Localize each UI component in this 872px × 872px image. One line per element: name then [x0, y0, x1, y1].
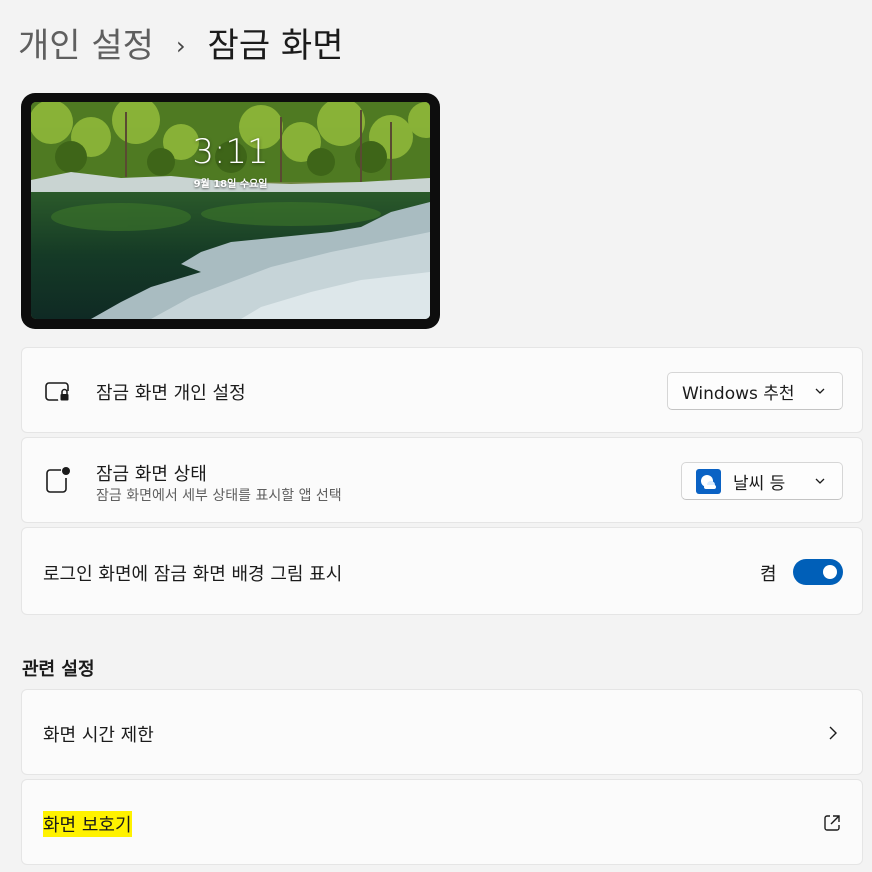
- lock-screen-image: 3:11 9월 18일 수요일: [31, 102, 430, 319]
- screen-timeout-row[interactable]: 화면 시간 제한: [21, 689, 863, 775]
- screen-timeout-label: 화면 시간 제한: [43, 725, 154, 746]
- chevron-down-icon: [815, 388, 825, 394]
- external-link-icon: [824, 815, 840, 831]
- weather-app-icon: [696, 468, 721, 494]
- lock-screen-icon: [44, 378, 72, 406]
- lock-screen-status-row: 잠금 화면 상태 잠금 화면에서 세부 상태를 표시할 앱 선택 날씨 등: [21, 437, 863, 523]
- lock-screen-date: 9월 18일 수요일: [193, 179, 268, 190]
- personalize-title: 잠금 화면 개인 설정: [96, 383, 246, 404]
- toggle-state-label: 켬: [760, 564, 777, 585]
- screen-saver-label: 화면 보호기: [43, 811, 132, 837]
- breadcrumb-separator: ›: [175, 32, 186, 60]
- signin-background-toggle[interactable]: [793, 559, 843, 585]
- chevron-right-icon: [829, 726, 837, 740]
- status-title: 잠금 화면 상태: [96, 464, 207, 485]
- personalize-dropdown[interactable]: Windows 추천: [667, 372, 843, 410]
- status-dropdown-value: 날씨 등: [733, 473, 786, 494]
- personalize-lock-screen-row: 잠금 화면 개인 설정 Windows 추천: [21, 347, 863, 433]
- lock-screen-time: 3:11: [192, 132, 269, 172]
- personalize-dropdown-value: Windows 추천: [682, 383, 795, 404]
- status-subtitle: 잠금 화면에서 세부 상태를 표시할 앱 선택: [96, 488, 342, 504]
- toggle-knob: [823, 565, 837, 579]
- status-dropdown[interactable]: 날씨 등: [681, 462, 843, 500]
- screen-saver-row[interactable]: 화면 보호기: [21, 779, 863, 865]
- breadcrumb: 개인 설정 › 잠금 화면: [18, 22, 343, 70]
- status-badge-icon: [44, 467, 72, 495]
- chevron-down-icon: [815, 478, 825, 484]
- breadcrumb-parent[interactable]: 개인 설정: [18, 22, 154, 70]
- signin-background-row: 로그인 화면에 잠금 화면 배경 그림 표시 켬: [21, 527, 863, 615]
- lock-screen-preview: 3:11 9월 18일 수요일: [21, 93, 440, 329]
- related-settings-heading: 관련 설정: [22, 659, 95, 680]
- page-title: 잠금 화면: [207, 26, 344, 66]
- signin-background-title: 로그인 화면에 잠금 화면 배경 그림 표시: [43, 564, 343, 585]
